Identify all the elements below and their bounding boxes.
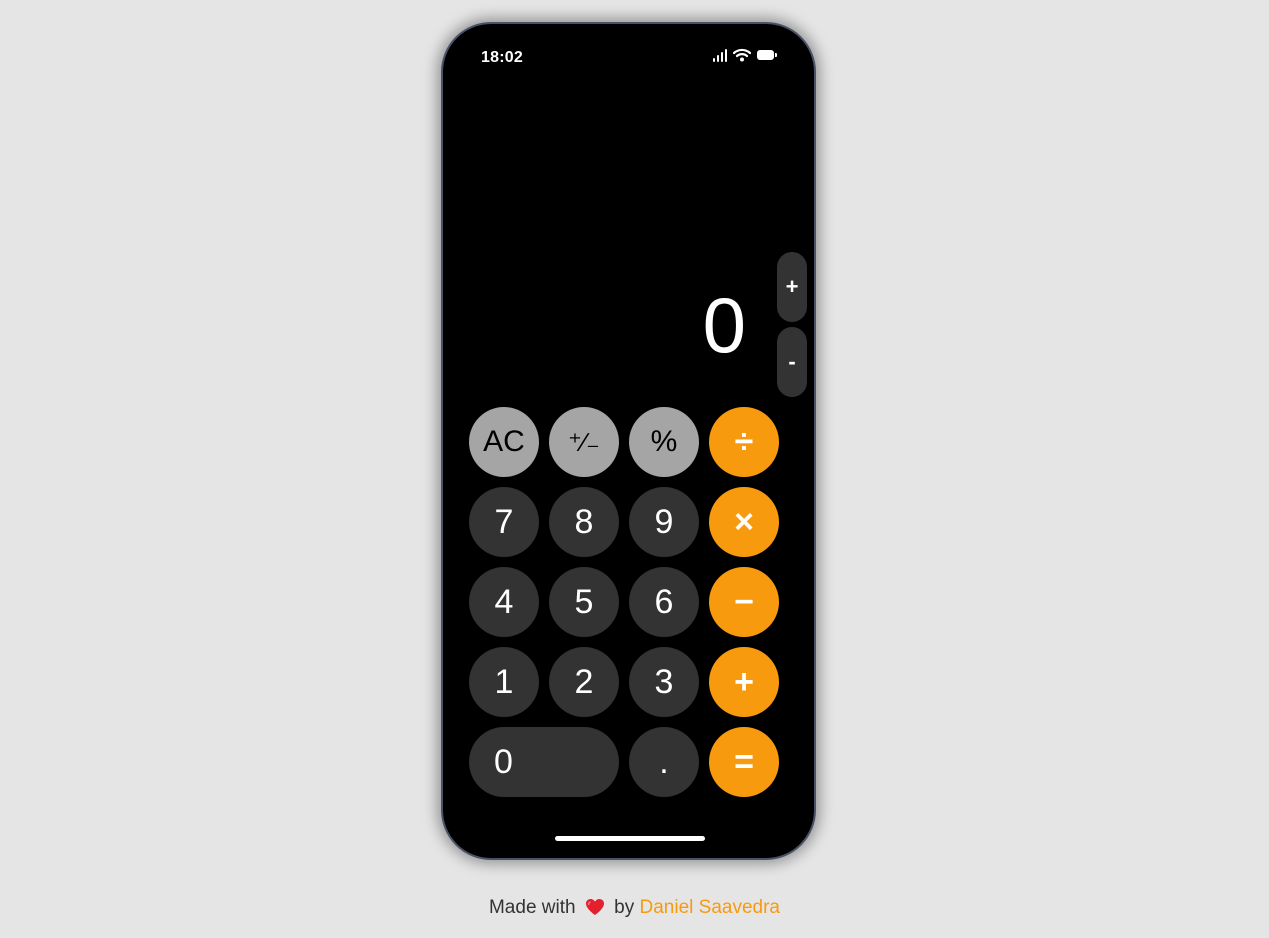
digit-0-button[interactable]: 0 [469,727,619,797]
multiply-button[interactable]: × [709,487,779,557]
digit-9-button[interactable]: 9 [629,487,699,557]
subtract-button[interactable]: − [709,567,779,637]
all-clear-button[interactable]: AC [469,407,539,477]
by-text: by [614,897,635,918]
digit-8-button[interactable]: 8 [549,487,619,557]
status-time: 18:02 [481,49,523,66]
status-bar: 18:02 [443,24,814,84]
wifi-icon [733,48,751,62]
status-icons [713,48,777,62]
calculator-display: 0 [702,281,746,369]
author-link[interactable]: Daniel Saavedra [640,897,780,918]
add-button[interactable]: + [709,647,779,717]
digit-5-button[interactable]: 5 [549,567,619,637]
digit-1-button[interactable]: 1 [469,647,539,717]
equals-button[interactable]: = [709,727,779,797]
digit-7-button[interactable]: 7 [469,487,539,557]
digit-4-button[interactable]: 4 [469,567,539,637]
divide-button[interactable]: ÷ [709,407,779,477]
phone-frame: 18:02 0 + - AC ⁺∕₋ % ÷ 7 8 9 × 4 5 6 − 1… [441,22,816,860]
battery-icon [757,50,777,60]
heart-icon [585,899,604,915]
font-decrease-button[interactable]: - [777,327,807,397]
toggle-sign-button[interactable]: ⁺∕₋ [549,407,619,477]
digit-2-button[interactable]: 2 [549,647,619,717]
decimal-button[interactable]: . [629,727,699,797]
font-increase-button[interactable]: + [777,252,807,322]
footer-credit: Made with by Daniel Saavedra [0,897,1269,919]
made-with-text: Made with [488,897,576,918]
signal-icon [713,48,727,62]
percent-button[interactable]: % [629,407,699,477]
digit-3-button[interactable]: 3 [629,647,699,717]
home-indicator[interactable] [555,836,705,841]
digit-6-button[interactable]: 6 [629,567,699,637]
